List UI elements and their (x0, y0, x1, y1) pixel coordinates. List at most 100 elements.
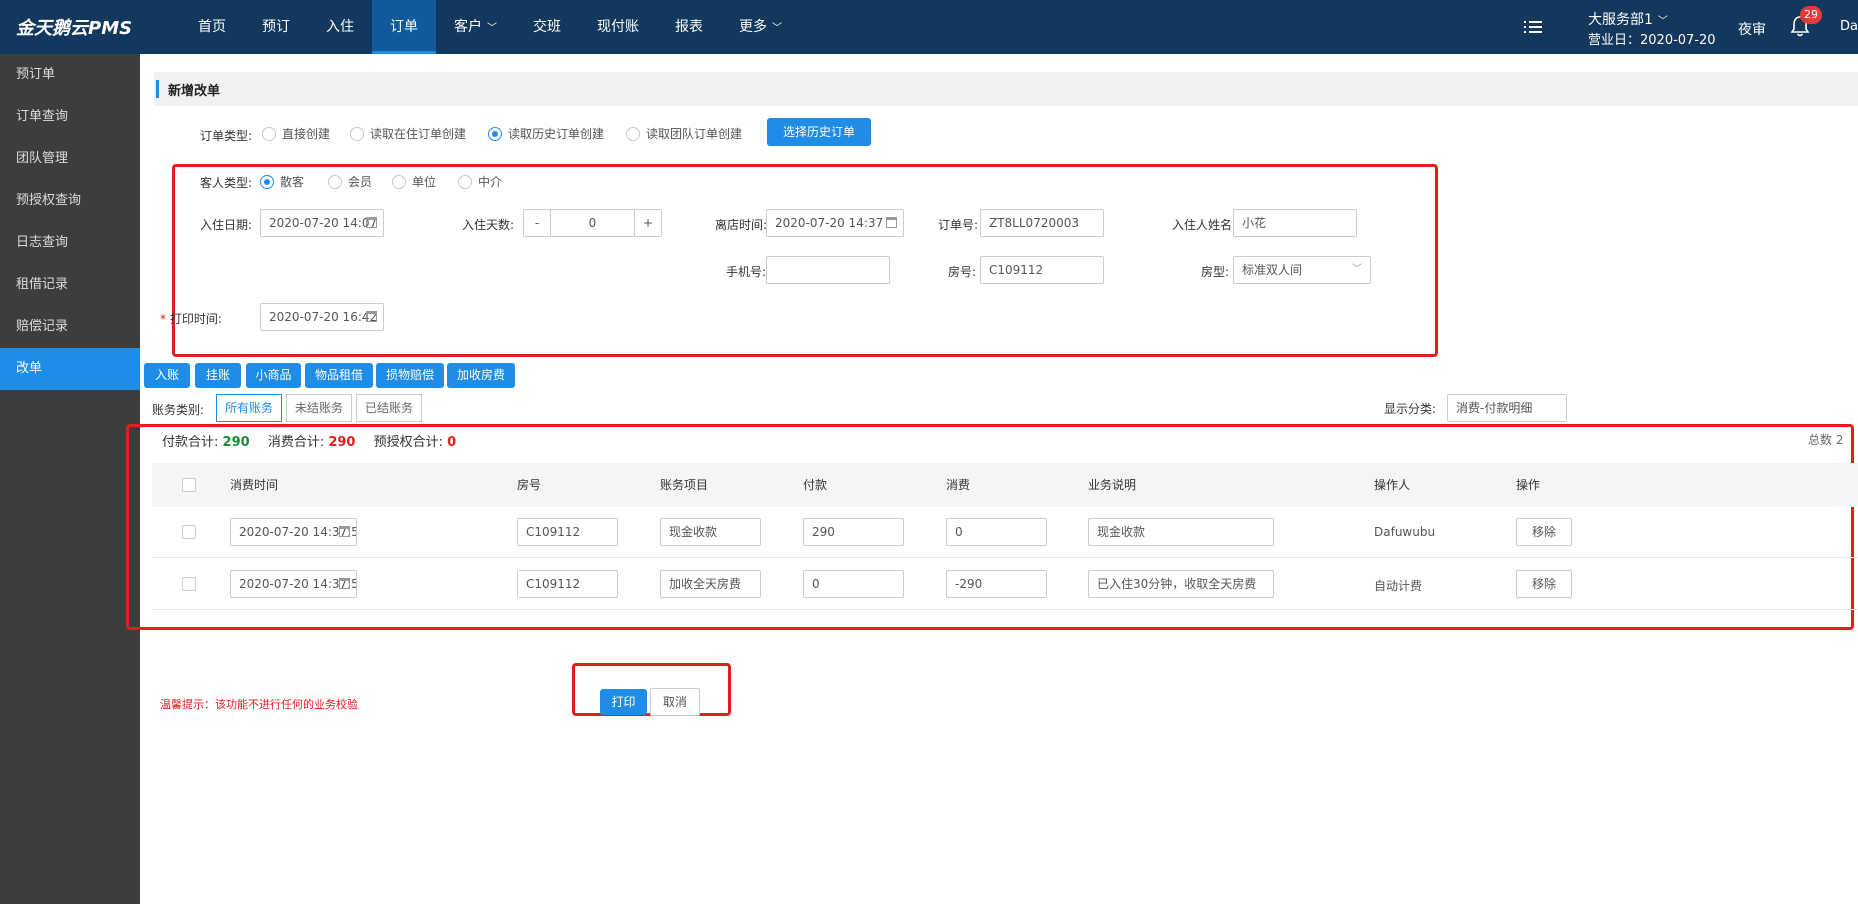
extra-room-charge-button[interactable]: 加收房费 (447, 363, 515, 388)
row-consume-field[interactable]: 0 (946, 518, 1047, 546)
item-rental-button[interactable]: 物品租借 (305, 363, 373, 388)
page-title-bar: 新增改单 (154, 72, 1858, 106)
order-type-group[interactable]: 读取团队订单创建 (626, 125, 742, 142)
phone-label: 手机号: (726, 265, 767, 279)
print-time-field[interactable]: 2020-07-20 16:42 (260, 303, 384, 331)
nav-customers[interactable]: 客户 ﹀ (436, 0, 515, 54)
nav-home[interactable]: 首页 (180, 0, 244, 54)
checkout-time-field[interactable]: 2020-07-20 14:37 (766, 209, 904, 237)
row-room-field[interactable]: C109112 (517, 518, 618, 546)
phone-field[interactable] (766, 256, 890, 284)
chevron-down-icon: ﹀ (1352, 264, 1362, 275)
nav-cash-account[interactable]: 现付账 (579, 0, 657, 54)
tab-settled-accounts[interactable]: 已结账务 (356, 394, 422, 422)
sidebar-item-compensation-records[interactable]: 赔偿记录 (0, 306, 140, 348)
row-room-field[interactable]: C109112 (517, 570, 618, 598)
tab-unsettled-accounts[interactable]: 未结账务 (286, 394, 352, 422)
remove-button[interactable]: 移除 (1516, 518, 1572, 546)
sidebar-item-preauth-query[interactable]: 预授权查询 (0, 180, 140, 222)
row-consume-field[interactable]: -290 (946, 570, 1047, 598)
checkin-date-field[interactable]: 2020-07-20 14:07 (260, 209, 384, 237)
order-no-field[interactable]: ZT8LL0720003 (980, 209, 1104, 237)
room-no-label: 房号: (948, 265, 977, 279)
row-item-field[interactable]: 现金收款 (660, 518, 761, 546)
nav-reports[interactable]: 报表 (657, 0, 721, 54)
days-label: 入住天数: (462, 218, 515, 232)
col-operator: 操作人 (1374, 478, 1411, 492)
guest-type-agency[interactable]: 中介 (458, 173, 502, 190)
radio-walkin[interactable] (260, 174, 274, 189)
notification-badge: 29 (1800, 6, 1822, 24)
cancel-button[interactable]: 取消 (650, 688, 700, 716)
table-header: 消费时间 房号 账务项目 付款 消费 业务说明 操作人 操作 (152, 463, 1858, 507)
order-type-option-label: 读取在住订单创建 (370, 127, 467, 141)
nav-orders[interactable]: 订单 (372, 0, 436, 54)
radio-member[interactable] (328, 174, 342, 189)
radio-group[interactable] (626, 126, 640, 141)
chevron-down-icon: ﹀ (1657, 16, 1668, 27)
display-category-select[interactable]: 消费-付款明细 (1447, 394, 1567, 422)
main-nav: 首页 预订 入住 订单 客户 ﹀ 交班 现付账 报表 更多 ﹀ (180, 0, 800, 54)
radio-direct[interactable] (262, 126, 276, 141)
preauth-total-value: 0 (447, 435, 457, 450)
row-time-field[interactable]: 2020-07-20 14:37:57 (230, 570, 357, 598)
hang-account-button[interactable]: 挂账 (195, 363, 241, 388)
damage-compensation-button[interactable]: 损物赔偿 (376, 363, 444, 388)
guest-name-field[interactable]: 小花 (1233, 209, 1357, 237)
sidebar: 预订单 订单查询 团队管理 预授权查询 日志查询 租借记录 赔偿记录 改单 (0, 54, 140, 904)
room-type-select[interactable]: 标准双人间 ﹀ (1233, 256, 1371, 284)
minibar-button[interactable]: 小商品 (246, 363, 301, 388)
nav-checkin[interactable]: 入住 (308, 0, 372, 54)
guest-type-walkin[interactable]: 散客 (260, 173, 304, 190)
nav-reservation[interactable]: 预订 (244, 0, 308, 54)
post-charge-button[interactable]: 入账 (144, 363, 190, 388)
order-type-history[interactable]: 读取历史订单创建 (488, 125, 604, 142)
days-minus-button[interactable]: - (523, 209, 551, 237)
order-type-inhouse[interactable]: 读取在住订单创建 (350, 125, 466, 142)
row-time-field[interactable]: 2020-07-20 14:37:57 (230, 518, 357, 546)
print-button[interactable]: 打印 (600, 689, 647, 715)
nav-shift[interactable]: 交班 (515, 0, 579, 54)
order-type-direct[interactable]: 直接创建 (262, 125, 330, 142)
totals-summary: 付款合计: 290 消费合计: 290 预授权合计: 0 (162, 431, 456, 450)
nav-more[interactable]: 更多 ﹀ (721, 0, 800, 54)
row-payment-field[interactable]: 0 (803, 570, 904, 598)
row-checkbox[interactable] (182, 577, 196, 591)
row-description-field[interactable]: 现金收款 (1088, 518, 1274, 546)
col-payment: 付款 (803, 478, 828, 492)
guest-type-option-label: 中介 (478, 175, 503, 189)
checkin-date-value: 2020-07-20 14:07 (269, 216, 378, 230)
row-item-field[interactable]: 加收全天房费 (660, 570, 761, 598)
radio-agency[interactable] (458, 174, 472, 189)
required-mark: * (160, 312, 166, 326)
sidebar-item-order-query[interactable]: 订单查询 (0, 96, 140, 138)
row-description-field[interactable]: 已入住30分钟，收取全天房费 (1088, 570, 1274, 598)
sidebar-item-log-query[interactable]: 日志查询 (0, 222, 140, 264)
days-input[interactable]: 0 (550, 209, 635, 237)
account-category-label: 账务类别: (152, 403, 205, 417)
select-history-order-button[interactable]: 选择历史订单 (767, 118, 871, 146)
room-no-field[interactable]: C109112 (980, 256, 1104, 284)
preauth-total-label: 预授权合计: (373, 435, 444, 450)
department-name: 大服务部1 (1588, 12, 1653, 28)
list-icon[interactable] (1524, 18, 1542, 34)
col-consume: 消费 (946, 478, 971, 492)
row-payment-field[interactable]: 290 (803, 518, 904, 546)
remove-button[interactable]: 移除 (1516, 570, 1572, 598)
checkin-date-label: 入住日期: (200, 218, 253, 232)
row-checkbox[interactable] (182, 525, 196, 539)
sidebar-item-rental-records[interactable]: 租借记录 (0, 264, 140, 306)
radio-history[interactable] (488, 126, 502, 141)
tab-all-accounts[interactable]: 所有账务 (216, 394, 282, 422)
sidebar-item-group-management[interactable]: 团队管理 (0, 138, 140, 180)
days-plus-button[interactable]: + (634, 209, 662, 237)
radio-inhouse[interactable] (350, 126, 364, 141)
brand-logo: 金天鹅云PMS (16, 18, 133, 39)
sidebar-item-order-modify[interactable]: 改单 (0, 348, 140, 390)
guest-type-member[interactable]: 会员 (328, 173, 372, 190)
sidebar-item-reservations[interactable]: 预订单 (0, 54, 140, 96)
select-all-checkbox[interactable] (182, 478, 196, 492)
radio-company[interactable] (392, 174, 406, 189)
guest-type-company[interactable]: 单位 (392, 173, 436, 190)
top-nav-bar: 金天鹅云PMS 首页 预订 入住 订单 客户 ﹀ 交班 现付账 报表 更多 ﹀ 大服… (0, 0, 1858, 54)
